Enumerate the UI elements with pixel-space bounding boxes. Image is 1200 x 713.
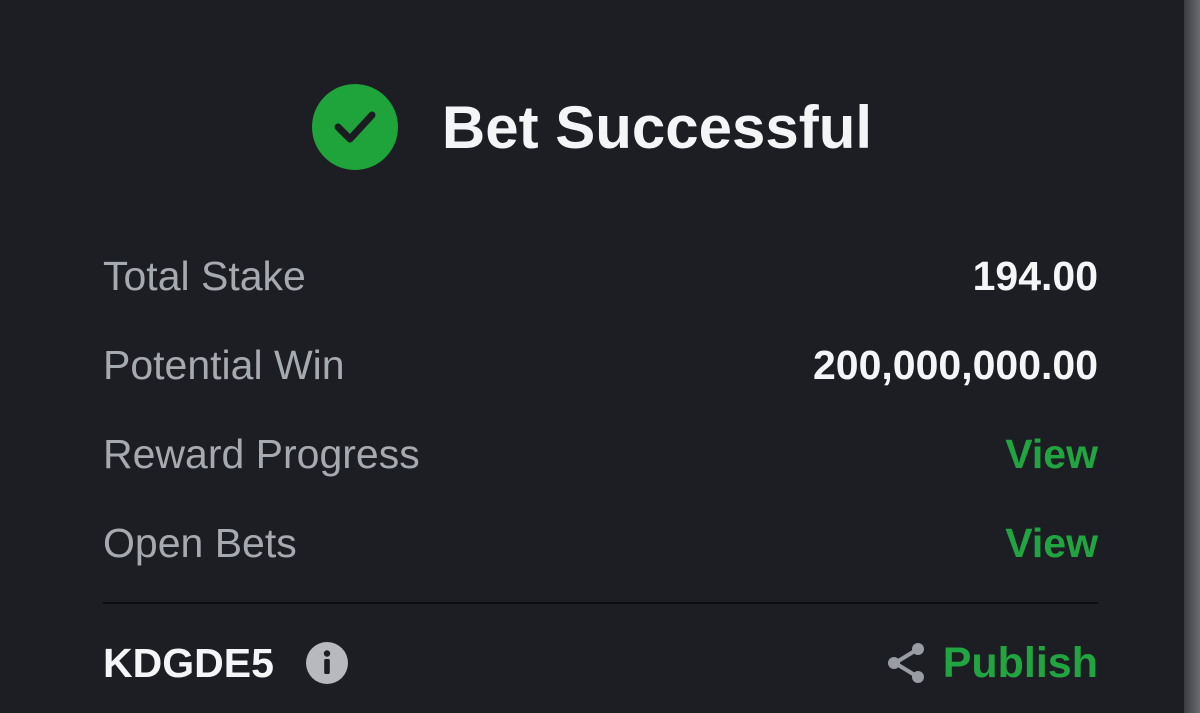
- open-bets-label: Open Bets: [103, 520, 297, 566]
- potential-win-value: 200,000,000.00: [813, 342, 1098, 388]
- total-stake-value: 194.00: [972, 253, 1098, 299]
- total-stake-label: Total Stake: [103, 253, 306, 299]
- divider: [103, 602, 1098, 604]
- info-icon[interactable]: [305, 642, 348, 684]
- open-bets-row: Open Bets View: [103, 499, 1098, 588]
- reward-progress-row: Reward Progress View: [103, 410, 1098, 499]
- potential-win-row: Potential Win 200,000,000.00: [103, 321, 1098, 410]
- bet-summary-list: Total Stake 194.00 Potential Win 200,000…: [103, 232, 1098, 588]
- page-title: Bet Successful: [441, 93, 873, 161]
- total-stake-row: Total Stake 194.00: [103, 232, 1098, 321]
- booking-code-group: KDGDE5: [103, 640, 348, 687]
- open-bets-view-link[interactable]: View: [1005, 520, 1098, 567]
- background-edge: [1184, 0, 1200, 713]
- publish-label: Publish: [942, 638, 1098, 687]
- reward-progress-label: Reward Progress: [103, 431, 420, 477]
- share-icon: [887, 643, 924, 683]
- bet-confirmation-panel: Bet Successful Total Stake 194.00 Potent…: [0, 0, 1184, 713]
- booking-footer: KDGDE5 Publish: [103, 628, 1098, 698]
- booking-code: KDGDE5: [103, 639, 274, 686]
- bet-success-header: Bet Successful: [0, 84, 1184, 170]
- publish-button[interactable]: Publish: [885, 639, 1098, 688]
- check-circle-icon: [311, 84, 398, 170]
- potential-win-label: Potential Win: [103, 342, 345, 388]
- reward-progress-view-link[interactable]: View: [1005, 431, 1098, 478]
